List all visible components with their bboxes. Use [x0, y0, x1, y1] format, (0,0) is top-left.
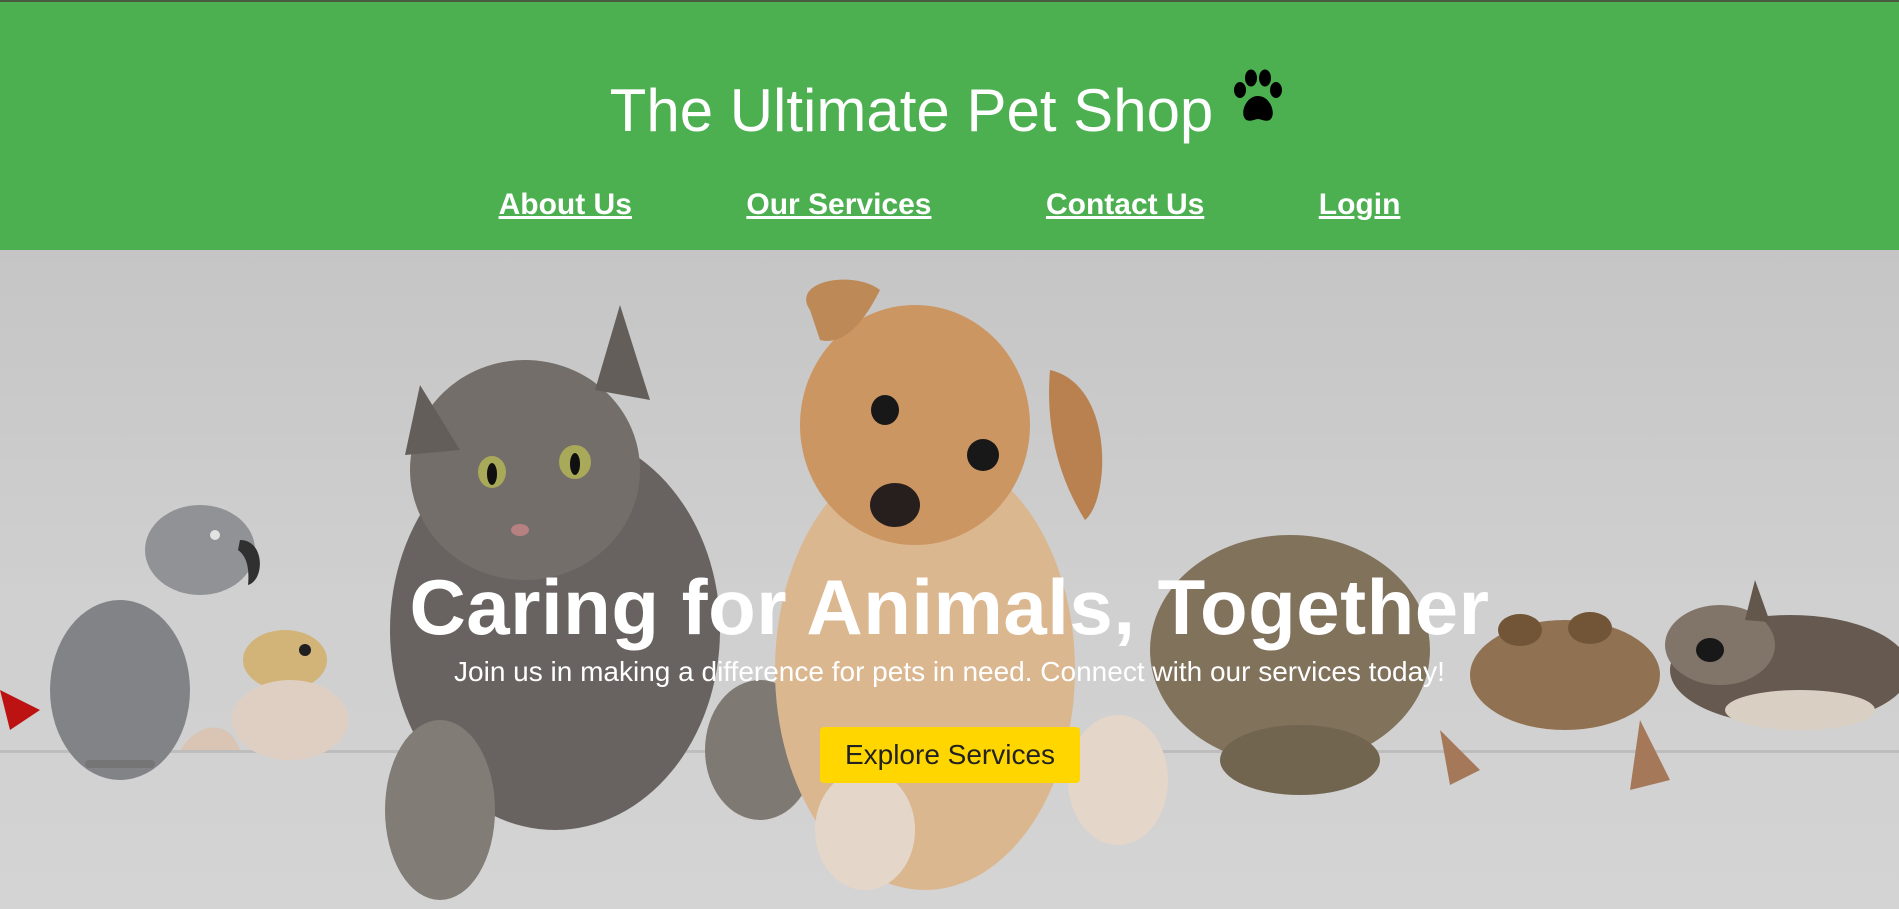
nav-our-services[interactable]: Our Services: [746, 188, 931, 222]
hero-heading: Caring for Animals, Together: [409, 563, 1490, 651]
site-title-text: The Ultimate Pet Shop: [609, 77, 1214, 144]
hero-section: Caring for Animals, Together Join us in …: [0, 250, 1899, 909]
explore-services-button[interactable]: Explore Services: [820, 727, 1080, 783]
nav-about-us[interactable]: About Us: [499, 188, 632, 222]
hero-subheading: Join us in making a difference for pets …: [454, 656, 1445, 687]
nav-login[interactable]: Login: [1319, 188, 1401, 222]
paw-icon: [1227, 66, 1289, 143]
hero-text-block: Caring for Animals, Together Join us in …: [0, 562, 1899, 692]
site-header: The Ultimate Pet Shop About Us Our Servi…: [0, 2, 1899, 250]
nav-contact-us[interactable]: Contact Us: [1046, 188, 1204, 222]
main-nav: About Us Our Services Contact Us Login: [0, 188, 1899, 222]
site-title: The Ultimate Pet Shop: [0, 69, 1899, 146]
